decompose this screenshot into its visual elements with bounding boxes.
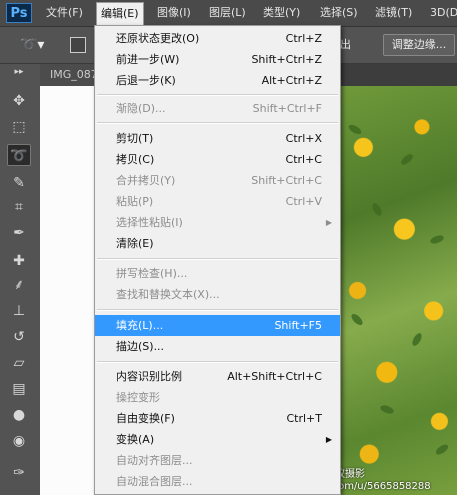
- document-tab[interactable]: IMG_087: [40, 64, 100, 86]
- menu-file[interactable]: 文件(F): [42, 0, 87, 26]
- healing-brush-tool-icon[interactable]: ✚: [7, 250, 31, 272]
- collapse-toolbar-icon[interactable]: ▸▸: [7, 67, 31, 77]
- pen-tool-icon[interactable]: ✑: [7, 462, 31, 484]
- menu-item-paste-special[interactable]: 选择性粘贴(I) ▶: [95, 212, 340, 233]
- menu-item-puppet-warp[interactable]: 操控变形: [95, 387, 340, 408]
- menu-separator: [97, 309, 338, 311]
- menu-item-fill[interactable]: 填充(L)... Shift+F5: [95, 315, 340, 336]
- menu-separator: [97, 122, 338, 124]
- lasso-preset-icon[interactable]: ➰▾: [20, 36, 50, 54]
- menu-item-step-forward[interactable]: 前进一步(W) Shift+Ctrl+Z: [95, 49, 340, 70]
- menu-3d[interactable]: 3D(D: [426, 0, 457, 26]
- eyedropper-tool-icon[interactable]: ✒: [7, 222, 31, 244]
- menu-select[interactable]: 选择(S): [316, 0, 362, 26]
- marquee-tool-icon[interactable]: ⬚: [7, 116, 31, 138]
- menu-item-copy[interactable]: 拷贝(C) Ctrl+C: [95, 149, 340, 170]
- menu-item-free-transform[interactable]: 自由变换(F) Ctrl+T: [95, 408, 340, 429]
- submenu-arrow-icon: ▶: [325, 435, 332, 444]
- brush-tool-icon[interactable]: ⸙: [7, 274, 31, 296]
- menu-filter[interactable]: 滤镜(T): [371, 0, 416, 26]
- menu-item-fade[interactable]: 渐隐(D)... Shift+Ctrl+F: [95, 98, 340, 119]
- tools-panel: ▸▸ ✥ ⬚ ➰ ✎ ⌗ ✒ ✚ ⸙ ⊥ ↺ ▱ ▤ ● ◉ ✑: [0, 64, 41, 495]
- flower-photo: [340, 86, 457, 495]
- anti-alias-label: 出: [340, 38, 351, 51]
- menu-item-step-backward[interactable]: 后退一步(K) Alt+Ctrl+Z: [95, 70, 340, 91]
- menu-item-check-spelling[interactable]: 拼写检查(H)...: [95, 263, 340, 284]
- dodge-tool-icon[interactable]: ◉: [7, 430, 31, 452]
- menu-item-clear[interactable]: 清除(E): [95, 233, 340, 254]
- blur-tool-icon[interactable]: ●: [7, 404, 31, 426]
- menu-separator: [97, 94, 338, 96]
- edit-menu-dropdown: 还原状态更改(O) Ctrl+Z 前进一步(W) Shift+Ctrl+Z 后退一步…: [94, 25, 341, 495]
- menu-item-transform[interactable]: 变换(A) ▶: [95, 429, 340, 450]
- lasso-tool-icon[interactable]: ➰: [7, 144, 31, 166]
- submenu-arrow-icon: ▶: [325, 218, 332, 227]
- menu-item-content-aware-scale[interactable]: 内容识别比例 Alt+Shift+Ctrl+C: [95, 366, 340, 387]
- crop-tool-icon[interactable]: ⌗: [7, 196, 31, 218]
- menu-item-copy-merged[interactable]: 合并拷贝(Y) Shift+Ctrl+C: [95, 170, 340, 191]
- gradient-tool-icon[interactable]: ▤: [7, 378, 31, 400]
- menu-item-auto-blend-layers[interactable]: 自动混合图层...: [95, 471, 340, 492]
- menu-item-undo[interactable]: 还原状态更改(O) Ctrl+Z: [95, 28, 340, 49]
- quick-selection-tool-icon[interactable]: ✎: [7, 172, 31, 194]
- menu-type[interactable]: 类型(Y): [259, 0, 304, 26]
- history-brush-tool-icon[interactable]: ↺: [7, 326, 31, 348]
- clone-stamp-tool-icon[interactable]: ⊥: [7, 300, 31, 322]
- menu-layer[interactable]: 图层(L): [205, 0, 250, 26]
- menu-item-auto-align-layers[interactable]: 自动对齐图层...: [95, 450, 340, 471]
- menu-item-cut[interactable]: 剪切(T) Ctrl+X: [95, 128, 340, 149]
- menu-image[interactable]: 图像(I): [153, 0, 195, 26]
- menu-item-stroke[interactable]: 描边(S)...: [95, 336, 340, 357]
- eraser-tool-icon[interactable]: ▱: [7, 352, 31, 374]
- menu-item-paste[interactable]: 粘贴(P) Ctrl+V: [95, 191, 340, 212]
- menu-item-find-replace[interactable]: 查找和替换文本(X)...: [95, 284, 340, 305]
- new-selection-icon[interactable]: [70, 37, 86, 53]
- refine-edge-button[interactable]: 调整边缘...: [383, 34, 455, 56]
- menu-separator: [97, 258, 338, 260]
- move-tool-icon[interactable]: ✥: [7, 90, 31, 112]
- menu-edit[interactable]: 编辑(E): [96, 2, 144, 27]
- menu-separator: [97, 361, 338, 363]
- photoshop-logo: Ps: [6, 3, 32, 23]
- menu-bar: Ps 文件(F) 编辑(E) 图像(I) 图层(L) 类型(Y) 选择(S) 滤…: [0, 0, 457, 27]
